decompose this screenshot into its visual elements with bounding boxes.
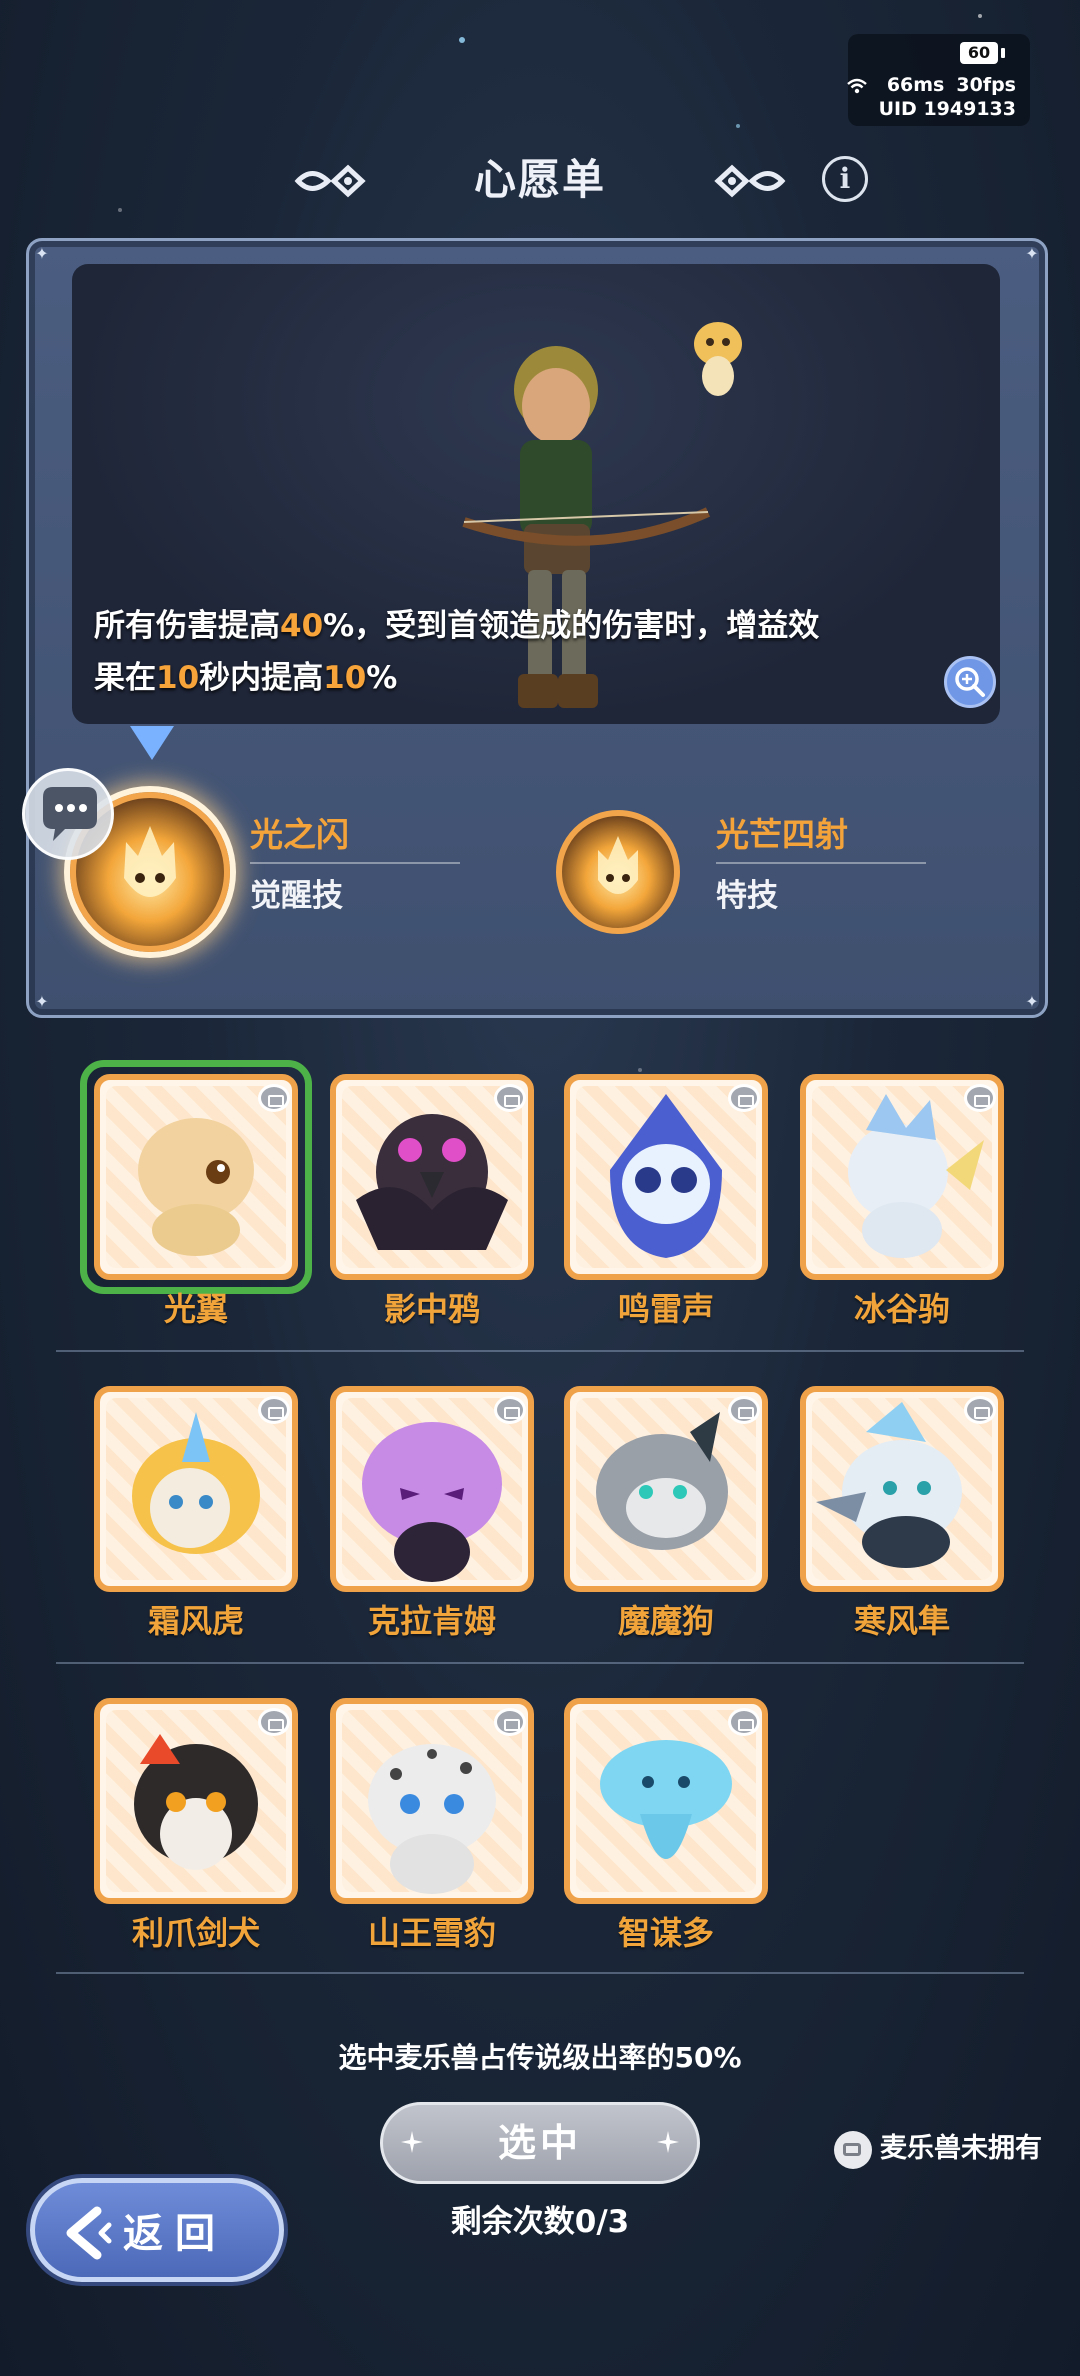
row-divider bbox=[56, 1662, 1024, 1664]
not-owned-legend: 麦乐兽未拥有 bbox=[834, 2126, 1042, 2169]
pet-name: 光翼 bbox=[163, 1290, 228, 1328]
left-ornament-icon bbox=[294, 164, 366, 198]
battery-indicator: 60 bbox=[960, 42, 1005, 64]
not-owned-icon bbox=[728, 1708, 760, 1736]
pet-name: 寒风隼 bbox=[853, 1602, 950, 1640]
skill-name-special: 光芒四射 bbox=[716, 815, 848, 854]
fps-text: 30fps bbox=[956, 74, 1016, 96]
skill-divider bbox=[716, 862, 926, 864]
desc-text: 所有伤害提高 bbox=[94, 608, 280, 644]
remaining-count: 剩余次数0/3 bbox=[450, 2204, 630, 2240]
pet-card[interactable] bbox=[330, 1698, 534, 1904]
pet-card[interactable] bbox=[800, 1074, 1004, 1280]
not-owned-icon bbox=[964, 1084, 996, 1112]
status-panel: 60 66ms 30fps UID 1949133 bbox=[846, 34, 1030, 126]
sparkle-icon bbox=[401, 2131, 423, 2153]
back-arrow-icon bbox=[66, 2206, 112, 2260]
ping-text: 66ms bbox=[886, 74, 945, 96]
not-owned-icon bbox=[964, 1396, 996, 1424]
skill-type-special: 特技 bbox=[716, 878, 778, 914]
not-owned-icon bbox=[494, 1084, 526, 1112]
row-divider bbox=[56, 1972, 1024, 1974]
zoom-icon bbox=[955, 667, 985, 697]
corner-ornament-icon: ✦ bbox=[35, 244, 49, 263]
pet-card[interactable] bbox=[94, 1698, 298, 1904]
not-owned-icon bbox=[728, 1396, 760, 1424]
desc-highlight-value: 40 bbox=[280, 608, 324, 644]
network-stats: 66ms 30fps bbox=[846, 74, 1016, 96]
pet-name: 利爪剑犬 bbox=[131, 1914, 260, 1952]
not-owned-icon bbox=[258, 1708, 290, 1736]
pet-card[interactable] bbox=[564, 1698, 768, 1904]
not-owned-icon bbox=[728, 1084, 760, 1112]
back-button[interactable]: 返回 bbox=[30, 2178, 284, 2282]
drop-rate-note: 选中麦乐兽占传说级出率的50% bbox=[338, 2041, 742, 2074]
chat-button[interactable] bbox=[22, 768, 114, 860]
selected-skill-pointer-icon bbox=[130, 726, 174, 760]
not-owned-icon bbox=[494, 1396, 526, 1424]
skill-divider bbox=[250, 862, 460, 864]
pet-card[interactable] bbox=[330, 1074, 534, 1280]
right-ornament-icon bbox=[714, 164, 786, 198]
not-owned-icon bbox=[494, 1708, 526, 1736]
info-icon[interactable]: i bbox=[822, 156, 868, 202]
pet-sprite bbox=[816, 1402, 962, 1568]
pet-sprite bbox=[138, 1118, 254, 1256]
desc-text: % bbox=[366, 660, 398, 696]
skill-icon-special[interactable] bbox=[556, 810, 680, 934]
not-owned-icon bbox=[258, 1084, 290, 1112]
pet-name: 克拉肯姆 bbox=[367, 1602, 496, 1640]
desc-text: 果在 bbox=[94, 660, 156, 696]
wifi-icon bbox=[847, 78, 868, 93]
not-owned-icon bbox=[258, 1396, 290, 1424]
pet-sprite bbox=[132, 1412, 260, 1554]
select-label: 选中 bbox=[497, 2121, 582, 2165]
pet-sprite bbox=[356, 1114, 508, 1250]
chat-bubble-icon bbox=[43, 787, 97, 841]
pet-card[interactable] bbox=[564, 1386, 768, 1592]
pet-sprite bbox=[362, 1422, 502, 1582]
pet-name: 魔魔狗 bbox=[617, 1602, 714, 1640]
corner-ornament-icon: ✦ bbox=[35, 992, 49, 1011]
desc-text: 秒内提高 bbox=[199, 660, 324, 696]
not-owned-icon bbox=[834, 2130, 872, 2169]
pet-name: 山王雪豹 bbox=[367, 1914, 496, 1952]
pet-name: 影中鸦 bbox=[383, 1290, 480, 1328]
skill-type-awaken: 觉醒技 bbox=[250, 878, 343, 914]
zoom-button[interactable] bbox=[944, 656, 996, 708]
pet-name: 冰谷驹 bbox=[853, 1290, 950, 1328]
pet-card[interactable] bbox=[564, 1074, 768, 1280]
back-label: 返回 bbox=[123, 2211, 227, 2257]
pet-sprite bbox=[368, 1744, 496, 1894]
pet-sprite bbox=[596, 1412, 728, 1550]
pet-name: 霜风虎 bbox=[147, 1602, 244, 1640]
pet-sprite bbox=[610, 1094, 722, 1258]
sparkle-icon bbox=[657, 2131, 679, 2153]
skill-description: 所有伤害提高40%，受到首领造成的伤害时，增益效 果在10秒内提高10% bbox=[94, 600, 954, 704]
corner-ornament-icon: ✦ bbox=[1025, 992, 1039, 1011]
select-button[interactable]: 选中 bbox=[380, 2102, 700, 2184]
pet-sprite bbox=[134, 1734, 258, 1870]
desc-highlight-value: 10 bbox=[156, 660, 200, 696]
page-title: 心愿单 bbox=[473, 155, 606, 204]
desc-highlight-value: 10 bbox=[323, 660, 367, 696]
pet-sprite bbox=[848, 1094, 984, 1258]
legend-label: 麦乐兽未拥有 bbox=[880, 2133, 1042, 2164]
pet-card-selected[interactable] bbox=[80, 1060, 312, 1294]
pet-card[interactable] bbox=[94, 1386, 298, 1592]
corner-ornament-icon: ✦ bbox=[1025, 244, 1039, 263]
row-divider bbox=[56, 1350, 1024, 1352]
pet-name: 鸣雷声 bbox=[617, 1290, 714, 1328]
companion-pet-sprite bbox=[694, 322, 742, 396]
uid-text: UID 1949133 bbox=[878, 98, 1016, 120]
skill-name-awaken: 光之闪 bbox=[250, 815, 349, 854]
pet-card[interactable] bbox=[330, 1386, 534, 1592]
desc-text: %，受到首领造成的伤害时，增益效 bbox=[323, 608, 820, 644]
pet-name: 智谋多 bbox=[617, 1914, 714, 1952]
pet-card[interactable] bbox=[800, 1386, 1004, 1592]
flame-pet-icon bbox=[598, 836, 638, 894]
pet-sprite bbox=[600, 1740, 732, 1859]
